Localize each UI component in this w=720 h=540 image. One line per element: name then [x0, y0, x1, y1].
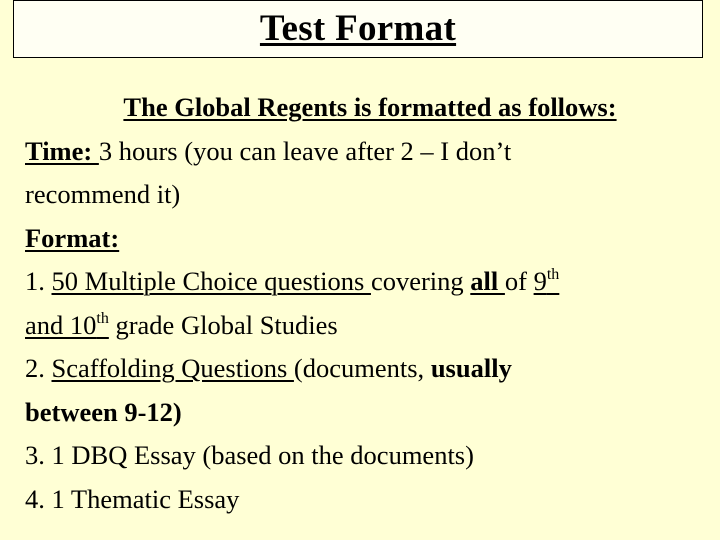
item-number: 3. — [25, 440, 52, 470]
item-1-grade-9: 9th — [534, 266, 560, 296]
item-1-underlined: 50 Multiple Choice questions — [51, 266, 371, 296]
list-item-4: 4. 1 Thematic Essay — [25, 478, 705, 522]
item-1-rest: grade Global Studies — [108, 309, 338, 340]
intro-heading: The Global Regents is formatted as follo… — [123, 92, 617, 122]
time-line-1: Time: 3 hours (you can leave after 2 – I… — [25, 130, 705, 174]
list-item-2-line-2: between 9-12) — [25, 396, 182, 427]
grade-10-suffix: th — [96, 309, 109, 327]
item-number: 2. — [25, 353, 52, 383]
grade-9-number: 9 — [533, 266, 547, 296]
slide-title: Test Format — [259, 8, 457, 49]
grade-9-suffix: th — [546, 266, 560, 283]
item-3-text: 1 DBQ Essay (based on the documents) — [51, 440, 474, 470]
item-1-text-a: covering — [370, 266, 471, 296]
list-item-1-line-2: and 10th grade Global Studies — [25, 304, 705, 348]
time-text: 3 hours (you can leave after 2 – I don’t — [98, 135, 512, 166]
item-2-underlined: Scaffolding Questions — [51, 353, 294, 383]
item-number: 1. — [25, 266, 52, 296]
list-item-3: 3. 1 DBQ Essay (based on the documents) — [25, 434, 705, 478]
item-4-text: 1 Thematic Essay — [51, 483, 240, 514]
item-number: 4. — [25, 483, 52, 514]
time-label: Time: — [25, 135, 99, 166]
list-item-2: 2. Scaffolding Questions (documents, usu… — [25, 347, 705, 391]
grade-10-number: and 10 — [25, 309, 97, 340]
time-line-2: recommend it) — [25, 179, 181, 209]
item-2-text-a: (documents, — [293, 353, 431, 383]
format-label: Format: — [25, 222, 120, 253]
item-1-grade-10: and 10th — [25, 310, 109, 340]
item-1-text-b: of — [504, 266, 534, 296]
list-item-1: 1. 50 Multiple Choice questions covering… — [25, 260, 705, 304]
item-2-bold-usually: usually — [430, 353, 512, 383]
slide-body: The Global Regents is formatted as follo… — [25, 86, 705, 521]
title-box: Test Format — [13, 0, 703, 58]
item-1-bold-all: all — [470, 266, 505, 296]
